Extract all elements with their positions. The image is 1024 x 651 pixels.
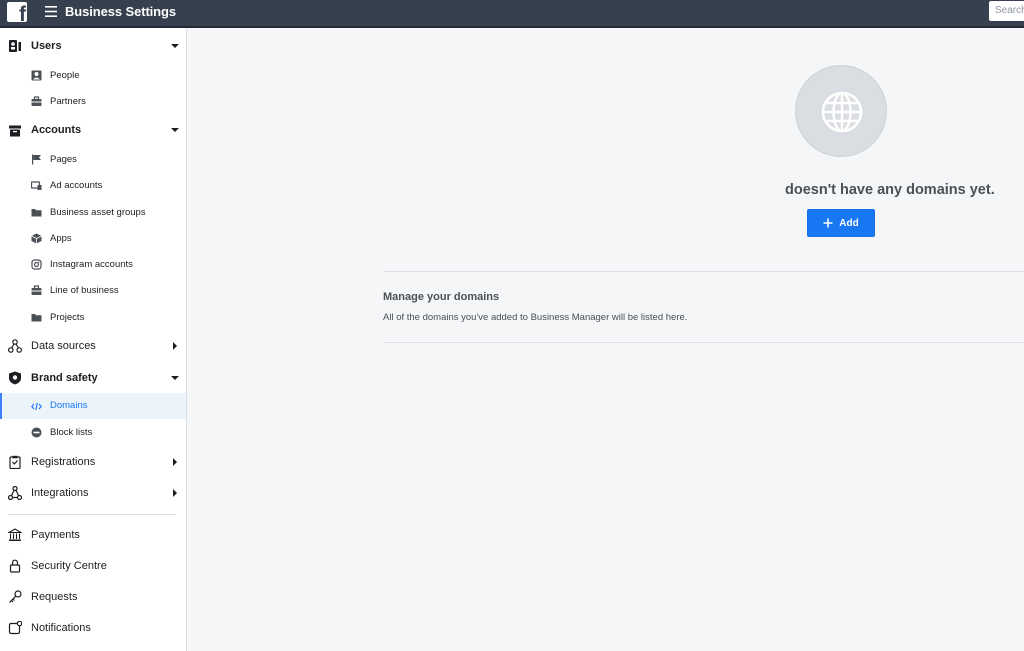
sidebar-item-label: Line of business [50, 285, 119, 296]
globe-icon [821, 91, 863, 133]
sidebar-section-integrations[interactable]: Integrations [0, 479, 186, 507]
sidebar-item-payments[interactable]: Payments [0, 521, 186, 549]
bank-icon [8, 528, 22, 541]
sidebar-item-label: Partners [50, 96, 86, 107]
sidebar-item-label: Apps [50, 233, 72, 244]
sidebar-item-partners[interactable]: Partners [0, 90, 186, 116]
chevron-down-icon [171, 376, 179, 380]
sidebar-item-ad-accounts[interactable]: Ad accounts [0, 172, 186, 198]
lock-icon [9, 559, 21, 573]
add-domain-button[interactable]: Add [807, 209, 875, 237]
folder-icon [31, 209, 42, 217]
person-icon [31, 70, 42, 81]
clipboard-icon [9, 455, 21, 469]
sidebar-divider [8, 514, 176, 515]
sidebar-item-label: Notifications [31, 622, 91, 634]
sidebar-section-data-sources[interactable]: Data sources [0, 332, 186, 360]
sidebar-item-business-asset-groups[interactable]: Business asset groups [0, 198, 186, 224]
sidebar-item-security-centre[interactable]: Security Centre [0, 552, 186, 580]
sidebar-item-label: Security Centre [31, 560, 107, 572]
notification-icon [8, 621, 22, 635]
search-input[interactable]: Search [989, 1, 1024, 21]
sidebar-item-label: People [50, 70, 80, 81]
sidebar-item-line-of-business[interactable]: Line of business [0, 276, 186, 302]
sidebar-item-requests[interactable]: Requests [0, 583, 186, 611]
sidebar-item-domains[interactable]: Domains [0, 393, 186, 419]
section-label-accounts: Accounts [31, 124, 82, 136]
chevron-right-icon [173, 489, 177, 497]
sidebar-item-label: Pages [50, 154, 77, 165]
users-icon [9, 40, 21, 52]
sidebar-item-projects[interactable]: Projects [0, 302, 186, 328]
section-label-data-sources: Data sources [31, 340, 96, 352]
sidebar-item-label: Projects [50, 312, 85, 323]
chevron-down-icon [171, 128, 179, 132]
chevron-right-icon [173, 342, 177, 350]
empty-state-illustration [795, 65, 887, 157]
sidebar-item-label: Block lists [50, 427, 93, 438]
block-icon [31, 427, 42, 438]
sidebar-section-accounts[interactable]: Accounts [0, 116, 186, 144]
shield-icon [9, 371, 21, 385]
facebook-logo-icon[interactable]: f [7, 2, 27, 22]
sidebar: Users People Partners Accounts Pages Ad … [0, 28, 187, 651]
section-label-integrations: Integrations [31, 487, 89, 499]
sidebar-section-brand-safety[interactable]: Brand safety [0, 364, 186, 392]
flag-icon [32, 154, 41, 165]
sidebar-section-registrations[interactable]: Registrations [0, 448, 186, 476]
sidebar-item-apps[interactable]: Apps [0, 224, 186, 250]
top-bar: f Business Settings Search [0, 0, 1024, 28]
main-content [187, 28, 1024, 651]
sidebar-item-pages[interactable]: Pages [0, 146, 186, 172]
sidebar-item-label: Instagram accounts [50, 259, 133, 270]
section-label-brand-safety: Brand safety [31, 372, 98, 384]
section-divider [383, 271, 1024, 272]
sidebar-section-users[interactable]: Users [0, 28, 186, 64]
sidebar-item-label: Requests [31, 591, 78, 603]
empty-state-message: doesn't have any domains yet. [785, 182, 995, 198]
key-icon [9, 590, 22, 603]
ad-account-icon [31, 181, 42, 190]
sidebar-item-label: Ad accounts [50, 180, 103, 191]
add-button-label: Add [839, 217, 859, 229]
sidebar-item-label: Business asset groups [50, 207, 146, 218]
briefcase-icon [31, 96, 42, 106]
briefcase-icon [31, 285, 42, 295]
hamburger-menu-icon[interactable] [45, 6, 57, 17]
sidebar-item-people[interactable]: People [0, 64, 186, 90]
manage-domains-description: All of the domains you've added to Busin… [383, 312, 688, 323]
folder-icon [31, 314, 42, 322]
sidebar-item-label: Domains [50, 400, 88, 411]
sidebar-item-instagram-accounts[interactable]: Instagram accounts [0, 250, 186, 276]
section-label-users: Users [31, 40, 62, 52]
sidebar-item-block-lists[interactable]: Block lists [0, 419, 186, 445]
code-icon [31, 402, 42, 411]
instagram-icon [31, 259, 42, 270]
cube-icon [31, 233, 42, 244]
chevron-down-icon [171, 44, 179, 48]
data-sources-icon [8, 339, 22, 353]
section-label-registrations: Registrations [31, 456, 96, 468]
sidebar-item-label: Payments [31, 529, 80, 541]
accounts-icon [9, 125, 21, 137]
sidebar-item-notifications[interactable]: Notifications [0, 614, 186, 642]
app-title: Business Settings [65, 4, 176, 19]
integrations-icon [8, 486, 22, 500]
manage-domains-title: Manage your domains [383, 291, 500, 303]
chevron-right-icon [173, 458, 177, 466]
plus-icon [823, 218, 833, 228]
section-divider [383, 342, 1024, 343]
